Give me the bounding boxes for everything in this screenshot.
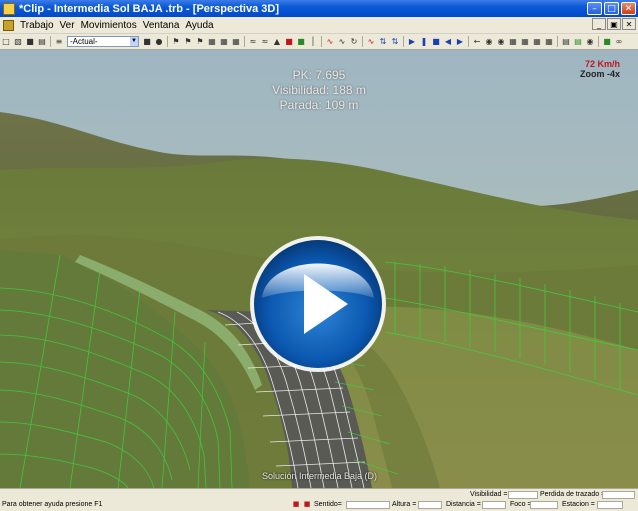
mdi-restore-button[interactable]: ▣ (607, 18, 621, 30)
distancia-label: Distancia = (446, 501, 481, 508)
glasses-icon[interactable]: ∞ (614, 37, 624, 47)
title-bar: *Clip - Intermedia Sol BAJA .trb - [Pers… (0, 0, 638, 17)
flag-icon[interactable]: ⚑ (171, 37, 181, 47)
rotate-icon[interactable]: ↻ (349, 37, 359, 47)
grid-icon[interactable]: ▦ (532, 37, 542, 47)
grid-icon[interactable]: ▦ (219, 37, 229, 47)
curve-icon[interactable]: ≈ (248, 37, 258, 47)
new-file-icon[interactable]: □ (1, 37, 11, 47)
route-icon[interactable]: ∿ (366, 37, 376, 47)
curve-icon[interactable]: ≈ (260, 37, 270, 47)
flag-icon: ■ (292, 500, 300, 508)
mdi-window-controls: _ ▣ ✕ (592, 18, 636, 30)
window-title: *Clip - Intermedia Sol BAJA .trb - [Pers… (19, 2, 279, 15)
help-text: Para obtener ayuda presione F1 (2, 501, 103, 508)
close-button[interactable]: ✕ (621, 2, 636, 15)
separator (468, 36, 469, 47)
layers-icon[interactable]: ▤ (561, 37, 571, 47)
route-icon[interactable]: ∿ (337, 37, 347, 47)
zoom-readout: Zoom -4x (579, 69, 620, 79)
speed-readout: 72 Km/h (584, 59, 620, 69)
save-view-icon[interactable]: ■ (142, 37, 152, 47)
solution-caption: Solución Intermedia Baja (D) (262, 471, 378, 481)
play-button[interactable] (250, 236, 386, 372)
separator (167, 36, 168, 47)
separator (321, 36, 322, 47)
visibilidad-label: Visibilidad = (470, 491, 508, 498)
terrain-icon[interactable]: ▲ (272, 37, 282, 47)
separator (557, 36, 558, 47)
estacion-label: Estacion = (562, 501, 595, 508)
layer-icon[interactable]: ■ (284, 37, 294, 47)
altura-field (418, 501, 442, 509)
sentido-field (346, 501, 390, 509)
menu-trabajo[interactable]: Trabajo (17, 20, 57, 31)
flag-icon[interactable]: ⚑ (195, 37, 205, 47)
flag-icon[interactable]: ⚑ (183, 37, 193, 47)
grid-icon[interactable]: ▦ (207, 37, 217, 47)
menu-bar: Trabajo Ver Movimientos Ventana Ayuda _ … (0, 17, 638, 34)
bookmark-icon[interactable]: ■ (602, 37, 612, 47)
grid-icon[interactable]: ▦ (520, 37, 530, 47)
foco-field (530, 501, 558, 509)
separator (244, 36, 245, 47)
estacion-field (597, 501, 623, 509)
separator (362, 36, 363, 47)
perspective-3d-view[interactable]: PK: 7.695 Visibilidad: 188 m Parada: 109… (0, 50, 638, 488)
separator (50, 36, 51, 47)
altura-label: Altura = (392, 501, 417, 508)
flag-icon: ■ (303, 500, 311, 508)
save-icon[interactable]: ■ (25, 37, 35, 47)
view-select-value: -Actual- (70, 37, 98, 46)
arrow-up-icon[interactable]: ⇅ (378, 37, 388, 47)
grid-icon[interactable]: ▦ (544, 37, 554, 47)
pause-icon[interactable]: ❚ (419, 37, 429, 47)
sentido-label: Sentido= (314, 501, 342, 508)
camera-icon[interactable]: ◉ (585, 37, 595, 47)
toolbar: □ ▧ ■ ▤ ≡ -Actual- ▼ ■ ● ⚑ ⚑ ⚑ ▦ ▦ ▦ ≈ ≈ … (0, 34, 638, 50)
separator (598, 36, 599, 47)
grid-icon[interactable]: ▦ (231, 37, 241, 47)
visibilidad-field (508, 491, 538, 499)
play-icon[interactable]: ▶ (407, 37, 417, 47)
camera-icon[interactable]: ◉ (496, 37, 506, 47)
minimize-button[interactable]: – (587, 2, 602, 15)
menu-movimientos[interactable]: Movimientos (78, 20, 140, 31)
view-select[interactable]: -Actual- ▼ (67, 36, 139, 47)
terrain-scene[interactable] (0, 50, 638, 488)
foco-label: Foco = (510, 501, 532, 508)
list-icon[interactable]: ≡ (54, 37, 64, 47)
layers-icon[interactable]: ▤ (573, 37, 583, 47)
menu-ayuda[interactable]: Ayuda (182, 20, 216, 31)
menu-ver[interactable]: Ver (57, 20, 78, 31)
status-bar: Visibilidad = Perdida de trazado = Para … (0, 488, 638, 511)
perdida-field (602, 491, 635, 499)
stopping-distance-readout: Parada: 109 m (279, 98, 359, 112)
back-icon[interactable]: ← (472, 37, 482, 47)
app-icon (3, 2, 15, 15)
split-icon[interactable]: │ (308, 37, 318, 47)
menu-ventana[interactable]: Ventana (140, 20, 183, 31)
separator (403, 36, 404, 47)
layer-icon[interactable]: ■ (296, 37, 306, 47)
open-folder-icon[interactable]: ▧ (13, 37, 23, 47)
print-icon[interactable]: ▤ (37, 37, 47, 47)
perdida-label: Perdida de trazado = (540, 491, 606, 498)
visibility-readout: Visibilidad: 188 m (272, 83, 366, 97)
arrow-down-icon[interactable]: ⇅ (390, 37, 400, 47)
mdi-minimize-button[interactable]: _ (592, 18, 606, 30)
maximize-button[interactable]: □ (604, 2, 619, 15)
camera-icon[interactable]: ◉ (484, 37, 494, 47)
chevron-down-icon[interactable]: ▼ (130, 37, 138, 46)
light-icon[interactable]: ● (154, 37, 164, 47)
pk-readout: PK: 7.695 (292, 68, 346, 82)
forward-icon[interactable]: ▶ (455, 37, 465, 47)
mdi-close-button[interactable]: ✕ (622, 18, 636, 30)
rewind-icon[interactable]: ◀ (443, 37, 453, 47)
stop-icon[interactable]: ■ (431, 37, 441, 47)
route-icon[interactable]: ∿ (325, 37, 335, 47)
document-icon[interactable] (3, 19, 14, 31)
distancia-field (482, 501, 506, 509)
grid-icon[interactable]: ▦ (508, 37, 518, 47)
